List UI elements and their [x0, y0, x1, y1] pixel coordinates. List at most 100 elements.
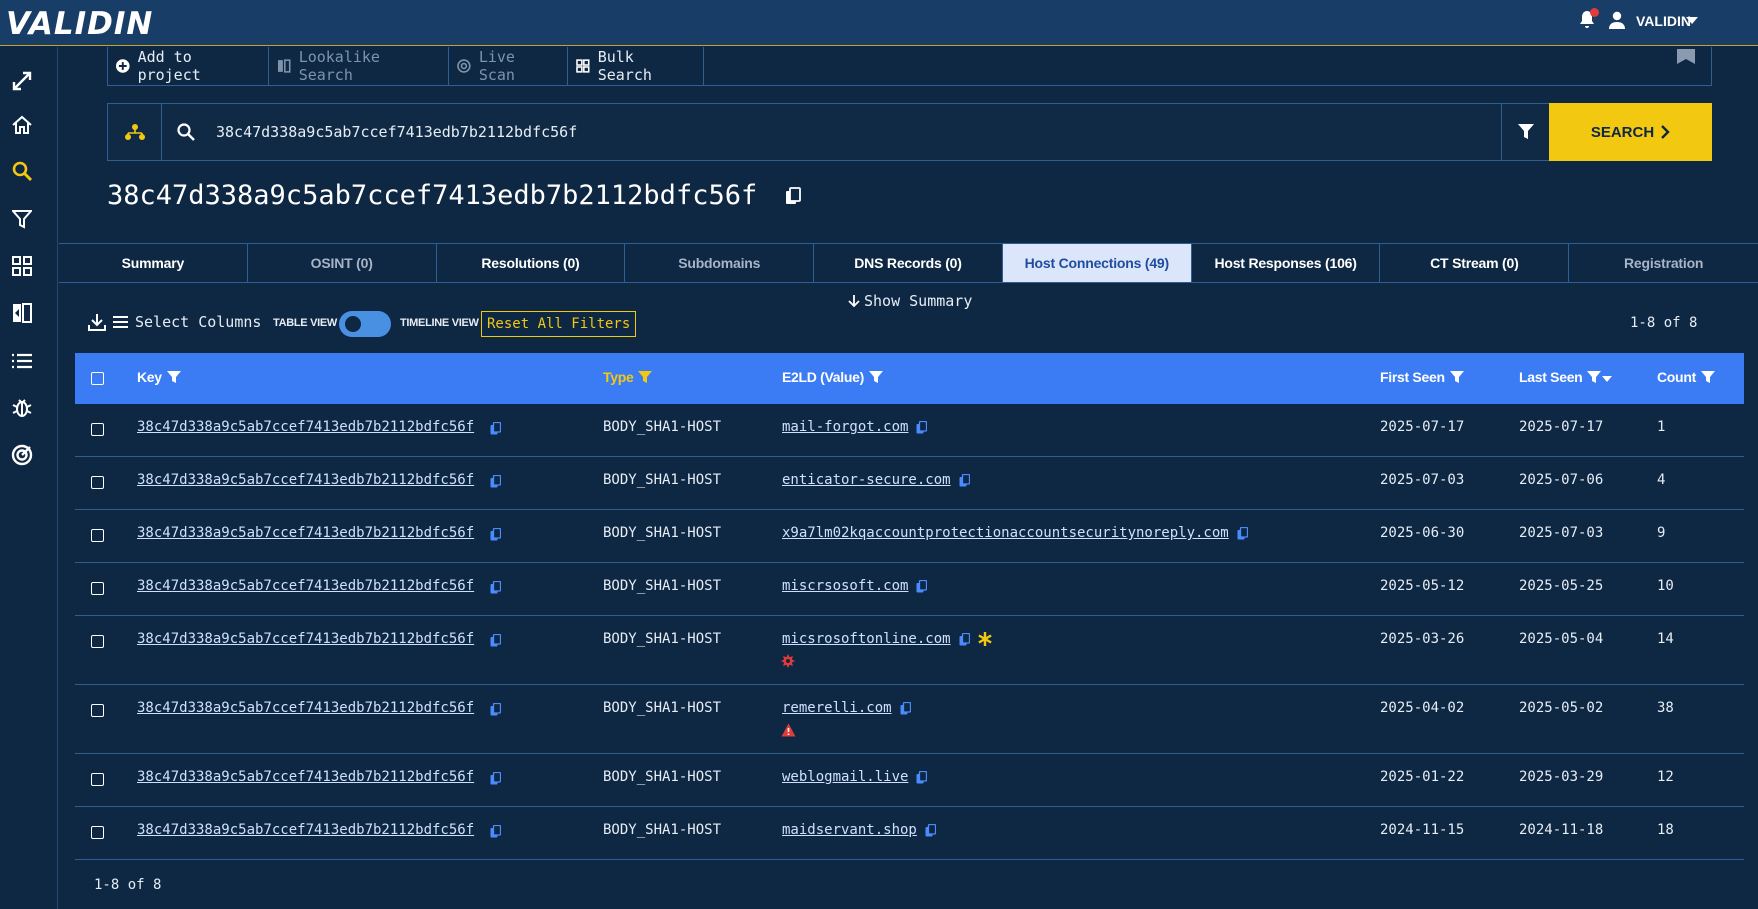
tab-host-responses[interactable]: Host Responses (106)	[1192, 244, 1381, 282]
column-e2ld[interactable]: E2LD (Value)	[782, 369, 883, 385]
row-checkbox[interactable]	[91, 826, 104, 839]
tab-summary[interactable]: Summary	[59, 244, 248, 282]
search-button[interactable]: SEARCH	[1549, 103, 1712, 161]
e2ld-link[interactable]: mail-forgot.com	[782, 419, 908, 435]
user-name[interactable]: VALIDIN	[1636, 13, 1691, 29]
row-checkbox[interactable]	[91, 529, 104, 542]
copy-icon[interactable]	[900, 701, 911, 715]
table-row[interactable]: 38c47d338a9c5ab7ccef7413edb7b2112bdfc56f…	[75, 563, 1744, 616]
search-filter-button[interactable]	[1501, 104, 1549, 160]
row-checkbox[interactable]	[91, 704, 104, 717]
tab-subdomains[interactable]: Subdomains	[625, 244, 815, 282]
validin-logo[interactable]: VALIDIN	[6, 6, 153, 42]
copy-icon[interactable]	[490, 772, 501, 785]
copy-icon[interactable]	[916, 770, 928, 784]
pivot-toggle-button[interactable]	[108, 104, 162, 160]
bulk-search-button[interactable]: Bulk Search	[568, 47, 704, 85]
filter-active-icon[interactable]	[638, 370, 653, 384]
row-checkbox[interactable]	[91, 476, 104, 489]
copy-icon[interactable]	[916, 579, 928, 593]
show-summary-toggle[interactable]: Show Summary	[848, 292, 972, 310]
key-link[interactable]: 38c47d338a9c5ab7ccef7413edb7b2112bdfc56f	[137, 525, 474, 541]
key-link[interactable]: 38c47d338a9c5ab7ccef7413edb7b2112bdfc56f	[137, 822, 474, 838]
e2ld-link[interactable]: enticator-secure.com	[782, 472, 951, 488]
bug-icon[interactable]	[10, 396, 34, 420]
target-icon[interactable]	[10, 443, 34, 467]
view-toggle[interactable]	[339, 311, 391, 337]
user-icon[interactable]	[1608, 11, 1626, 29]
e2ld-link[interactable]: weblogmail.live	[782, 769, 908, 785]
search-icon[interactable]	[10, 159, 34, 183]
filter-icon[interactable]	[166, 370, 181, 384]
copy-icon[interactable]	[490, 475, 501, 488]
reset-filters-button[interactable]: Reset All Filters	[481, 311, 637, 337]
tab-ct-stream[interactable]: CT Stream (0)	[1380, 244, 1570, 282]
key-link[interactable]: 38c47d338a9c5ab7ccef7413edb7b2112bdfc56f	[137, 419, 474, 435]
tab-resolutions[interactable]: Resolutions (0)	[437, 244, 626, 282]
column-first-seen[interactable]: First Seen	[1380, 369, 1464, 385]
key-link[interactable]: 38c47d338a9c5ab7ccef7413edb7b2112bdfc56f	[137, 578, 474, 594]
e2ld-link[interactable]: x9a7lm02kqaccountprotectionaccountsecuri…	[782, 525, 1229, 541]
dashboard-grid-icon[interactable]	[10, 254, 34, 278]
copy-icon[interactable]	[925, 823, 936, 837]
key-link[interactable]: 38c47d338a9c5ab7ccef7413edb7b2112bdfc56f	[137, 769, 474, 785]
copy-icon[interactable]	[490, 634, 501, 647]
bookmark-icon[interactable]	[1676, 49, 1696, 64]
select-columns-button[interactable]: Select Columns	[113, 313, 261, 331]
copy-icon[interactable]	[490, 422, 501, 435]
copy-icon[interactable]	[916, 420, 928, 434]
row-checkbox[interactable]	[91, 773, 104, 786]
copy-icon[interactable]	[490, 528, 501, 541]
key-link[interactable]: 38c47d338a9c5ab7ccef7413edb7b2112bdfc56f	[137, 700, 474, 716]
chevron-down-icon[interactable]	[1686, 17, 1698, 24]
add-to-project-button[interactable]: Add to project	[108, 47, 269, 85]
tab-dns-records[interactable]: DNS Records (0)	[814, 244, 1003, 282]
compare-icon[interactable]	[10, 301, 34, 325]
row-checkbox[interactable]	[91, 582, 104, 595]
sort-desc-icon[interactable]	[1602, 375, 1613, 383]
copy-icon[interactable]	[959, 473, 970, 487]
table-row[interactable]: 38c47d338a9c5ab7ccef7413edb7b2112bdfc56f…	[75, 457, 1744, 510]
e2ld-link[interactable]: maidservant.shop	[782, 822, 917, 838]
expand-icon[interactable]	[10, 69, 34, 93]
key-link[interactable]: 38c47d338a9c5ab7ccef7413edb7b2112bdfc56f	[137, 631, 474, 647]
copy-icon[interactable]	[959, 632, 970, 646]
search-input[interactable]	[216, 117, 1496, 147]
key-link[interactable]: 38c47d338a9c5ab7ccef7413edb7b2112bdfc56f	[137, 472, 474, 488]
filter-icon[interactable]	[10, 207, 34, 231]
copy-icon[interactable]	[490, 581, 501, 594]
filter-icon[interactable]	[1587, 370, 1602, 384]
table-row[interactable]: 38c47d338a9c5ab7ccef7413edb7b2112bdfc56f…	[75, 685, 1744, 754]
row-checkbox[interactable]	[91, 635, 104, 648]
tab-registration[interactable]: Registration	[1569, 244, 1758, 282]
live-scan-button[interactable]: Live Scan	[449, 47, 568, 85]
select-all-checkbox[interactable]	[91, 372, 104, 385]
download-icon[interactable]	[88, 313, 106, 331]
column-count[interactable]: Count	[1657, 369, 1715, 385]
filter-icon[interactable]	[1449, 370, 1464, 384]
row-checkbox[interactable]	[91, 423, 104, 436]
table-row[interactable]: 38c47d338a9c5ab7ccef7413edb7b2112bdfc56f…	[75, 510, 1744, 563]
home-icon[interactable]	[10, 113, 34, 137]
lookalike-search-button[interactable]: Lookalike Search	[269, 47, 449, 85]
filter-icon[interactable]	[1700, 370, 1715, 384]
copy-icon[interactable]	[785, 187, 801, 205]
list-icon[interactable]	[10, 349, 34, 373]
copy-icon[interactable]	[490, 703, 501, 716]
table-row[interactable]: 38c47d338a9c5ab7ccef7413edb7b2112bdfc56f…	[75, 404, 1744, 457]
tab-host-connections[interactable]: Host Connections (49)	[1002, 244, 1192, 282]
table-row[interactable]: 38c47d338a9c5ab7ccef7413edb7b2112bdfc56f…	[75, 616, 1744, 685]
copy-icon[interactable]	[1237, 526, 1248, 540]
tab-osint[interactable]: OSINT (0)	[248, 244, 437, 282]
action-bar: Add to project Lookalike Search Live Sca…	[107, 47, 1712, 86]
filter-icon[interactable]	[868, 370, 883, 384]
column-type[interactable]: Type	[603, 369, 653, 385]
table-row[interactable]: 38c47d338a9c5ab7ccef7413edb7b2112bdfc56f…	[75, 807, 1744, 860]
table-row[interactable]: 38c47d338a9c5ab7ccef7413edb7b2112bdfc56f…	[75, 754, 1744, 807]
e2ld-link[interactable]: remerelli.com	[782, 700, 892, 716]
e2ld-link[interactable]: micsrosoftonline.com	[782, 631, 951, 647]
copy-icon[interactable]	[490, 825, 501, 838]
e2ld-link[interactable]: miscrsosoft.com	[782, 578, 908, 594]
column-key[interactable]: Key	[137, 369, 181, 385]
column-last-seen[interactable]: Last Seen	[1519, 369, 1613, 385]
